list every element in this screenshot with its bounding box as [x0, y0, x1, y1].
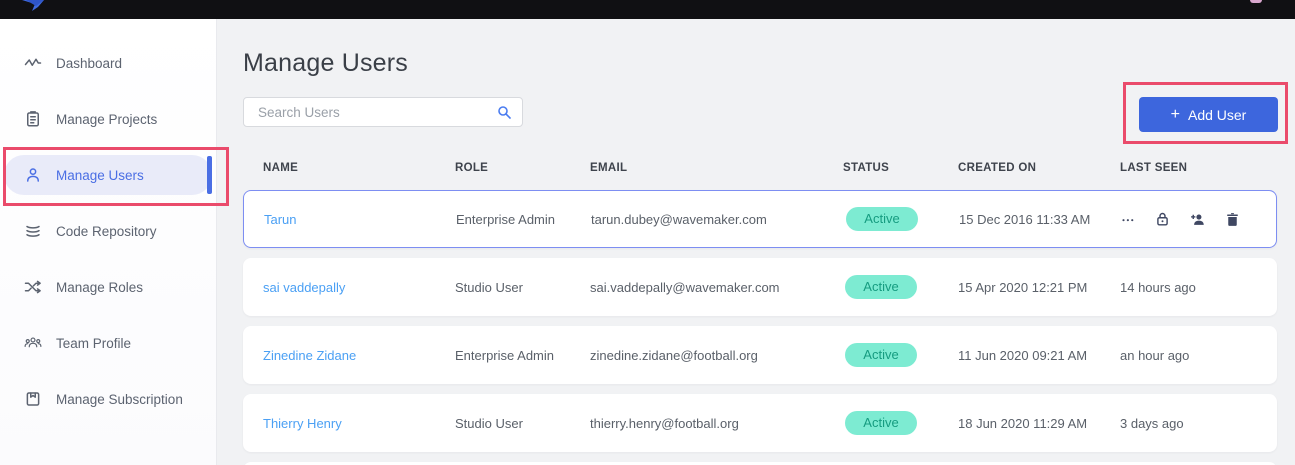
- column-header-email: EMAIL: [590, 162, 843, 174]
- active-indicator: [207, 156, 212, 194]
- page-title: Manage Users: [243, 49, 408, 78]
- main-content: Manage Users + Add User NAME ROLE EMAIL …: [217, 19, 1295, 465]
- add-user-label: Add User: [1188, 107, 1246, 123]
- last-seen: 3 days ago: [1120, 416, 1277, 431]
- created-on: 15 Apr 2020 12:21 PM: [958, 280, 1120, 295]
- status-badge: Active: [846, 207, 918, 231]
- status-badge: Active: [845, 343, 917, 367]
- table-header-row: NAME ROLE EMAIL STATUS CREATED ON LAST S…: [243, 158, 1277, 178]
- user-name-link[interactable]: Thierry Henry: [263, 416, 455, 431]
- user-role: Studio User: [455, 280, 590, 295]
- user-email: thierry.henry@football.org: [590, 416, 843, 431]
- search-icon[interactable]: [496, 104, 512, 120]
- column-header-last-seen: LAST SEEN: [1120, 162, 1277, 174]
- sidebar-item-label: Manage Projects: [56, 112, 157, 127]
- user-email: sai.vaddepally@wavemaker.com: [590, 280, 843, 295]
- table-row[interactable]: Thierry Henry Studio User thierry.henry@…: [243, 394, 1277, 452]
- table-row[interactable]: sai vaddepally Studio User sai.vaddepall…: [243, 258, 1277, 316]
- column-header-name: NAME: [263, 162, 455, 174]
- sidebar-item-label: Team Profile: [56, 336, 131, 351]
- last-seen: an hour ago: [1120, 348, 1277, 363]
- sidebar-item-team-profile[interactable]: Team Profile: [4, 323, 212, 363]
- lock-icon[interactable]: [1154, 211, 1171, 228]
- more-actions-icon[interactable]: [1121, 211, 1136, 228]
- row-actions: [1121, 211, 1276, 228]
- annotation-box-add-user: + Add User: [1123, 82, 1288, 144]
- status-badge: Active: [845, 411, 917, 435]
- created-on: 15 Dec 2016 11:33 AM: [959, 212, 1121, 227]
- user-name-link[interactable]: sai vaddepally: [263, 280, 455, 295]
- column-header-role: ROLE: [455, 162, 590, 174]
- sidebar-item-manage-roles[interactable]: Manage Roles: [4, 267, 212, 307]
- user-email: zinedine.zidane@football.org: [590, 348, 843, 363]
- sidebar-item-label: Code Repository: [56, 224, 157, 239]
- users-table: NAME ROLE EMAIL STATUS CREATED ON LAST S…: [243, 158, 1277, 465]
- sidebar-item-label: Manage Subscription: [56, 392, 183, 407]
- sidebar-item-dashboard[interactable]: Dashboard: [4, 43, 212, 83]
- sidebar-item-manage-subscription[interactable]: Manage Subscription: [4, 379, 212, 419]
- column-header-created-on: CREATED ON: [958, 162, 1120, 174]
- user-role: Enterprise Admin: [455, 348, 590, 363]
- stack-icon: [24, 222, 42, 240]
- status-badge: Active: [845, 275, 917, 299]
- user-role: Enterprise Admin: [456, 212, 591, 227]
- activity-icon: [24, 54, 42, 72]
- user-name-link[interactable]: Zinedine Zidane: [263, 348, 455, 363]
- table-row[interactable]: Zinedine Zidane Enterprise Admin zinedin…: [243, 326, 1277, 384]
- column-header-status: STATUS: [843, 162, 958, 174]
- user-name-link[interactable]: Tarun: [264, 212, 456, 227]
- clipboard-icon: [24, 110, 42, 128]
- user-icon: [24, 166, 42, 184]
- sidebar: Dashboard Manage Projects Manage Users C…: [0, 19, 217, 465]
- topbar: [0, 0, 1295, 19]
- sidebar-item-manage-projects[interactable]: Manage Projects: [4, 99, 212, 139]
- table-row[interactable]: Tarun Enterprise Admin tarun.dubey@wavem…: [243, 190, 1277, 248]
- sidebar-item-manage-users[interactable]: Manage Users: [4, 155, 212, 195]
- shuffle-icon: [24, 278, 42, 296]
- user-role: Studio User: [455, 416, 590, 431]
- user-email: tarun.dubey@wavemaker.com: [591, 212, 844, 227]
- sidebar-item-label: Manage Roles: [56, 280, 143, 295]
- search-input[interactable]: [243, 97, 523, 127]
- last-seen: 14 hours ago: [1120, 280, 1277, 295]
- sidebar-item-code-repository[interactable]: Code Repository: [4, 211, 212, 251]
- plus-icon: +: [1171, 107, 1180, 123]
- created-on: 11 Jun 2020 09:21 AM: [958, 348, 1120, 363]
- add-user-button[interactable]: + Add User: [1139, 97, 1278, 132]
- team-icon: [24, 334, 42, 352]
- search-box: [243, 97, 523, 127]
- wavemaker-logo[interactable]: [22, 0, 48, 11]
- add-member-icon[interactable]: [1189, 211, 1206, 228]
- avatar[interactable]: [1250, 0, 1262, 3]
- delete-icon[interactable]: [1224, 211, 1241, 228]
- sidebar-item-label: Manage Users: [56, 168, 144, 183]
- sidebar-item-label: Dashboard: [56, 56, 122, 71]
- bookmark-icon: [24, 390, 42, 408]
- created-on: 18 Jun 2020 11:29 AM: [958, 416, 1120, 431]
